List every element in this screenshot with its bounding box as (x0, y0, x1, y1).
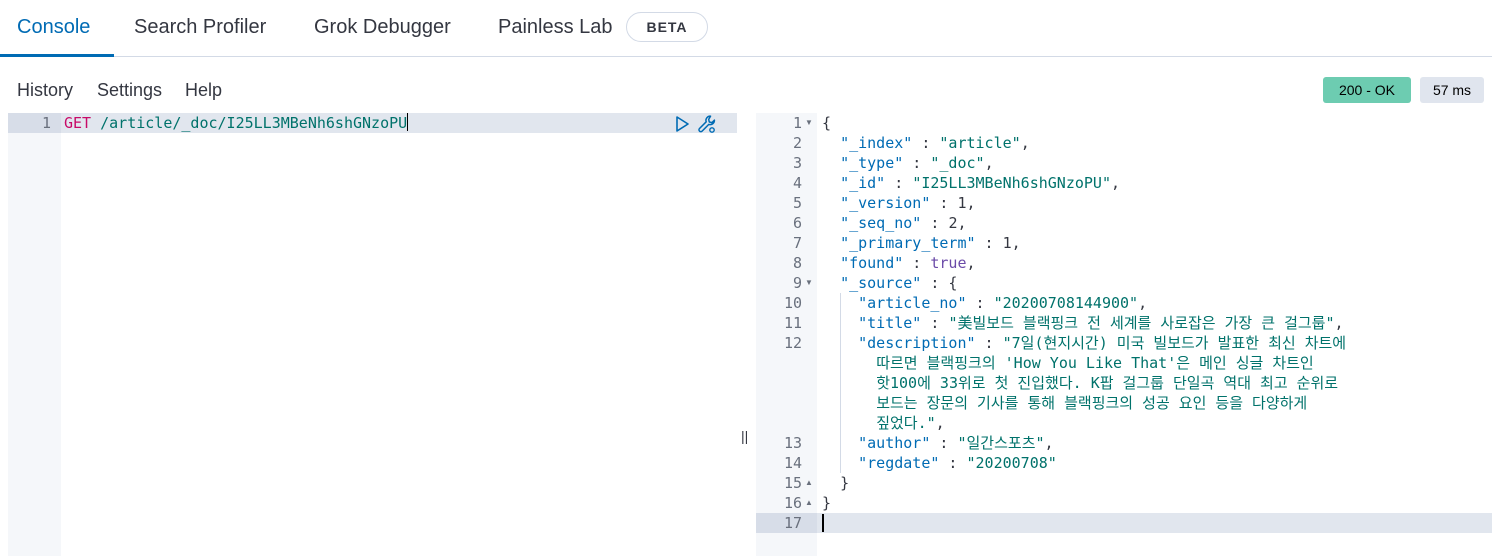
code-line: "regdate" : "20200708" (858, 454, 1057, 472)
panel-resize-handle[interactable]: || (741, 428, 748, 444)
code-line: } (822, 494, 832, 512)
request-editor[interactable]: 1 GET /article/_doc/I25LL3MBeNh6shGNzoPU (8, 113, 737, 556)
status-badge: 200 - OK (1323, 77, 1411, 103)
request-line[interactable]: GET /article/_doc/I25LL3MBeNh6shGNzoPU (64, 113, 409, 133)
code-line-wrapped: 따르면 블랙핑크의 'How You Like That'은 메인 싱글 차트인 (876, 354, 1314, 372)
line-number: 10 (783, 294, 802, 312)
line-number: 14 (783, 454, 802, 472)
line-number: 17 (783, 514, 802, 532)
request-method: GET (64, 114, 92, 132)
code-line-wrapped: 보드는 장문의 기사를 통해 블랙핑크의 성공 요인 등을 다양하게 (876, 394, 1308, 412)
code-line: } (840, 474, 850, 492)
code-line: "_type" : "_doc", (840, 154, 994, 172)
fold-down-icon[interactable]: ▼ (805, 273, 813, 293)
line-number: 6 (792, 214, 802, 232)
app-tab-bar: Console Search Profiler Grok Debugger Pa… (0, 0, 1492, 57)
line-number: 15 (783, 474, 802, 492)
code-line: "article_no" : "20200708144900", (858, 294, 1148, 312)
line-number: 5 (792, 194, 802, 212)
line-number: 11 (783, 314, 802, 332)
code-line: { (822, 114, 832, 132)
line-number: 8 (792, 254, 802, 272)
code-line: "_seq_no" : 2, (840, 214, 967, 232)
tab-search-profiler[interactable]: Search Profiler (134, 0, 266, 57)
code-line: "_index" : "article", (840, 134, 1030, 152)
active-tab-indicator (0, 54, 114, 57)
tab-painless-lab[interactable]: Painless Lab (498, 0, 613, 57)
menu-settings[interactable]: Settings (97, 78, 162, 102)
line-number: 9 (792, 274, 802, 292)
code-line: "_version" : 1, (840, 194, 976, 212)
line-number: 1 (792, 114, 802, 132)
line-number: 2 (792, 134, 802, 152)
line-number: 4 (792, 174, 802, 192)
line-number: 13 (783, 434, 802, 452)
line-number: 12 (783, 334, 802, 352)
menu-history[interactable]: History (17, 78, 73, 102)
menu-help[interactable]: Help (185, 78, 222, 102)
wrench-icon[interactable] (696, 113, 718, 135)
request-url: /article/_doc/I25LL3MBeNh6shGNzoPU (100, 114, 408, 132)
code-line: "description" : "7일(현지시간) 미국 빌보드가 발표한 최신… (858, 334, 1347, 352)
code-line: "title" : "美빌보드 블랙핑크 전 세계를 사로잡은 가장 큰 걸그룹… (858, 314, 1344, 332)
code-line: "found" : true, (840, 254, 976, 272)
fold-down-icon[interactable]: ▼ (805, 113, 813, 133)
response-editor: 1 2 3 4 5 6 7 8 9 10 11 12 13 14 15 16 1… (756, 113, 1492, 556)
code-line: "_primary_term" : 1, (840, 234, 1021, 252)
beta-badge: BETA (626, 12, 708, 42)
send-request-icon[interactable] (673, 115, 691, 133)
code-line-wrapped: 핫100에 33위로 첫 진입했다. K팝 걸그룹 단일곡 역대 최고 순위로 (876, 374, 1339, 392)
code-line: "_id" : "I25LL3MBeNh6shGNzoPU", (840, 174, 1121, 192)
line-number: 16 (783, 494, 802, 512)
code-line: "author" : "일간스포츠", (858, 434, 1054, 452)
text-cursor (822, 514, 824, 532)
line-number: 7 (792, 234, 802, 252)
fold-up-icon[interactable]: ▲ (805, 473, 813, 493)
tab-grok-debugger[interactable]: Grok Debugger (314, 0, 451, 57)
line-number: 3 (792, 154, 802, 172)
request-editor-gutter (8, 113, 61, 556)
active-line-highlight (756, 513, 1492, 533)
request-time-badge: 57 ms (1420, 77, 1484, 103)
line-number: 1 (41, 114, 51, 132)
tab-console[interactable]: Console (17, 0, 90, 57)
text-cursor (407, 113, 409, 131)
code-line: "_source" : { (840, 274, 958, 292)
code-line-wrapped: 짚었다.", (876, 414, 945, 432)
fold-up-icon[interactable]: ▲ (805, 493, 813, 513)
